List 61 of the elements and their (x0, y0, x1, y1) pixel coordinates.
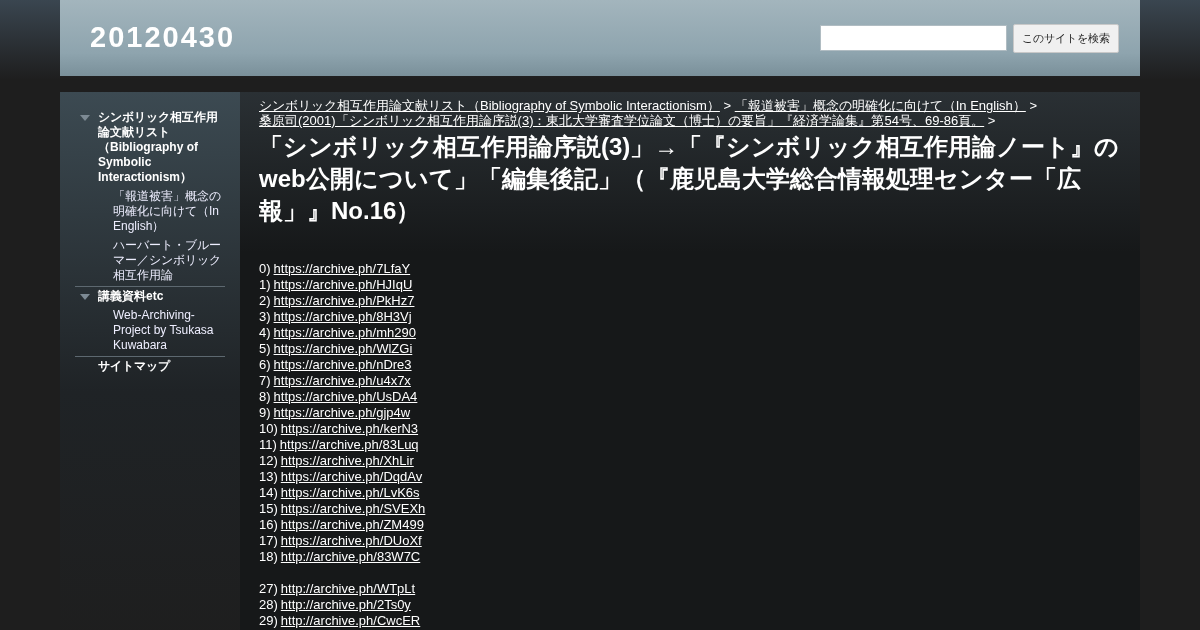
archive-link[interactable]: https://archive.ph/XhLir (280, 453, 414, 469)
list-number: 8) (259, 389, 271, 405)
breadcrumb-separator: > (722, 98, 733, 113)
archive-link[interactable]: https://archive.ph/mh290 (273, 325, 416, 341)
archive-link[interactable]: https://archive.ph/83Luq (279, 437, 419, 453)
sidebar-item[interactable]: サイトマップ (98, 359, 170, 374)
list-number: 13) (259, 469, 278, 485)
breadcrumb-separator: > (986, 113, 996, 128)
list-number: 9) (259, 405, 271, 421)
list-number: 16) (259, 517, 278, 533)
list-number: 15) (259, 501, 278, 517)
list-number: 14) (259, 485, 278, 501)
archive-link[interactable]: http://archive.ph/CwcER (280, 613, 421, 629)
archive-link[interactable]: https://archive.ph/nDre3 (273, 357, 412, 373)
archive-link[interactable]: https://archive.ph/ZM499 (280, 517, 424, 533)
list-number: 6) (259, 357, 271, 373)
archive-link[interactable]: https://archive.ph/7LfaY (273, 261, 411, 277)
list-number: 1) (259, 277, 271, 293)
list-number: 29) (259, 613, 278, 629)
list-number: 27) (259, 581, 278, 597)
archive-link[interactable]: https://archive.ph/kerN3 (280, 421, 419, 437)
search-field[interactable] (820, 25, 1007, 51)
archive-link[interactable]: https://archive.ph/DqdAv (280, 469, 423, 485)
breadcrumb-link[interactable]: 「報道被害」概念の明確化に向けて（In English） (734, 98, 1026, 113)
archive-link[interactable]: https://archive.ph/WlZGi (273, 341, 413, 357)
search-button[interactable]: このサイトを検索 (1013, 23, 1119, 53)
archive-link[interactable]: http://archive.ph/83W7C (280, 549, 421, 565)
list-number: 18) (259, 549, 278, 565)
page-title: 「シンボリック相互作用論序説(3)」→「『シンボリック相互作用論ノート』のweb公開について」「編集後記」（『鹿児島大学総合情報処理センター「広報」』No.16） (259, 132, 1121, 226)
list-number: 17) (259, 533, 278, 549)
archive-link[interactable]: https://archive.ph/gjp4w (273, 405, 411, 421)
sidebar-item[interactable]: 講義資料etc (98, 289, 164, 304)
archive-link[interactable]: http://archive.ph/2Ts0y (280, 597, 411, 613)
list-number: 10) (259, 421, 278, 437)
archive-link[interactable]: https://archive.ph/HJIqU (273, 277, 413, 293)
sidebar-subitem[interactable]: Web-Archiving-Project by Tsukasa Kuwabara (113, 308, 223, 353)
sidebar-item[interactable]: シンボリック相互作用論文献リスト（Bibliography of Symbolic Interactionism） (98, 110, 220, 185)
archive-link[interactable]: https://archive.ph/PkHz7 (273, 293, 415, 309)
caret-icon[interactable] (80, 294, 90, 300)
list-number: 12) (259, 453, 278, 469)
list-number: 2) (259, 293, 271, 309)
list-number: 0) (259, 261, 271, 277)
list-number: 7) (259, 373, 271, 389)
archive-link[interactable]: https://archive.ph/SVEXh (280, 501, 426, 517)
archive-link[interactable]: https://archive.ph/u4x7x (273, 373, 411, 389)
list-number: 4) (259, 325, 271, 341)
caret-icon[interactable] (80, 115, 90, 121)
sidebar-subitem[interactable]: 「報道被害」概念の明確化に向けて（In English） (113, 189, 223, 234)
list-number: 5) (259, 341, 271, 357)
archive-link[interactable]: https://archive.ph/8H3Vj (273, 309, 412, 325)
list-number: 3) (259, 309, 271, 325)
breadcrumb-link[interactable]: シンボリック相互作用論文献リスト（Bibliography of Symbolic Interactionism） (259, 98, 720, 113)
breadcrumb-separator: > (1028, 98, 1038, 113)
list-number: 11) (259, 437, 277, 453)
breadcrumb-link[interactable]: 桑原司(2001)「シンボリック相互作用論序説(3)：東北大学審査学位論文（博士）の要旨」『経済学論集』第54号、69-86頁。 (259, 113, 985, 128)
archive-link[interactable]: http://archive.ph/WTpLt (280, 581, 416, 597)
sidebar-subitem[interactable]: ハーバート・ブルーマー／シンボリック相互作用論 (113, 238, 223, 283)
archive-link[interactable]: https://archive.ph/LvK6s (280, 485, 420, 501)
archive-link[interactable]: https://archive.ph/UsDA4 (273, 389, 418, 405)
archive-link[interactable]: https://archive.ph/DUoXf (280, 533, 422, 549)
list-number: 28) (259, 597, 278, 613)
